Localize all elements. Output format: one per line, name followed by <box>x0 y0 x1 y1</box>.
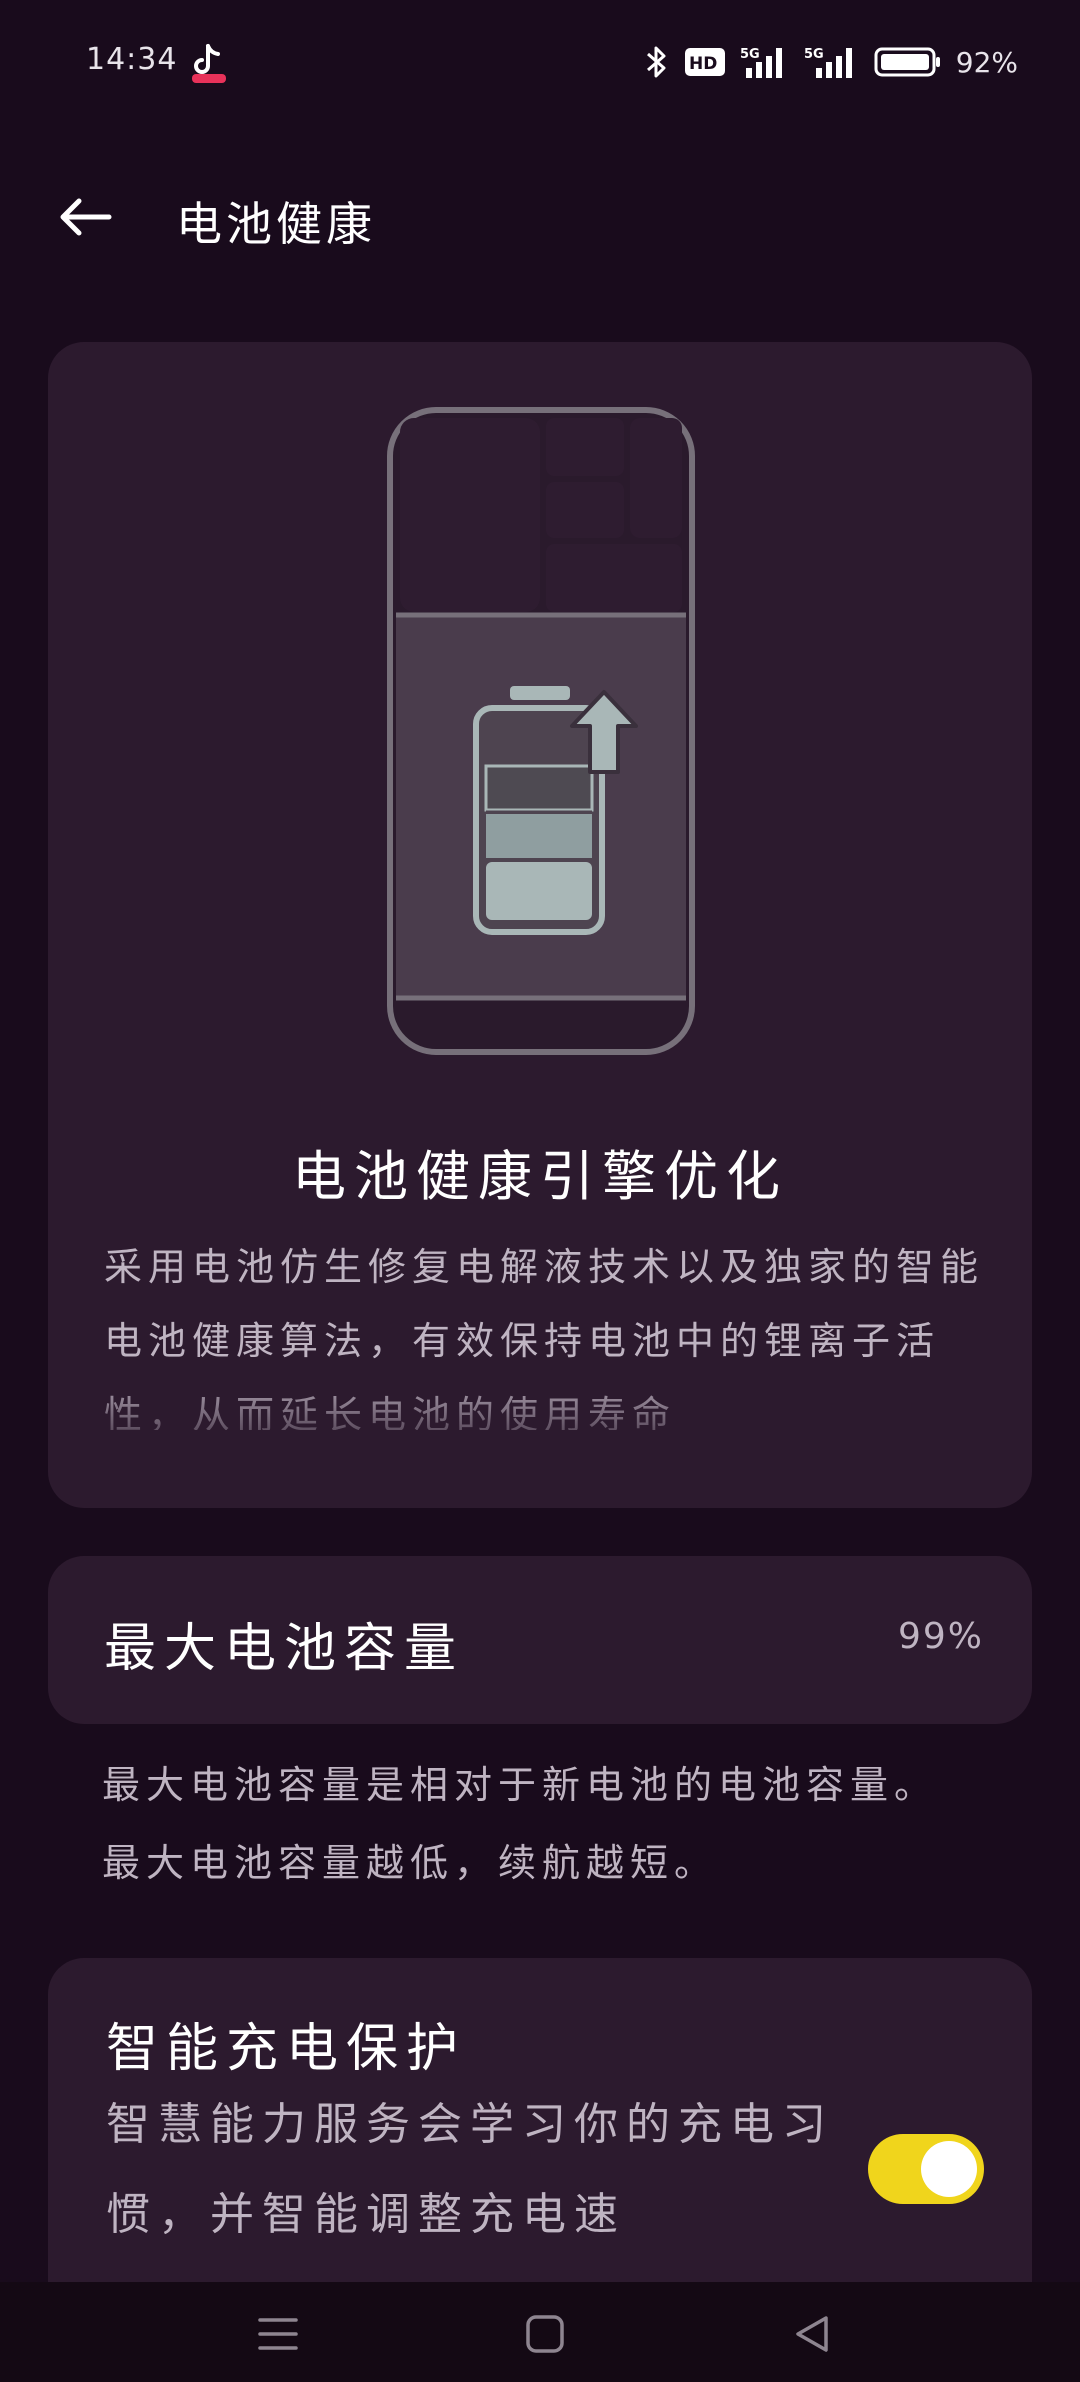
back-triangle-icon <box>796 2316 828 2352</box>
svg-text:HD: HD <box>689 54 717 74</box>
max-capacity-card[interactable]: 最大电池容量 99% <box>48 1556 1032 1724</box>
home-square-icon <box>526 2315 564 2353</box>
smart-charge-toggle[interactable] <box>868 2134 984 2204</box>
tiktok-icon <box>190 42 228 84</box>
status-icons: HD 5G 5G 92% <box>644 40 1018 84</box>
smart-charge-description: 智慧能力服务会学习你的充电习惯，并智能调整充电速 <box>106 2099 834 2240</box>
menu-icon <box>258 2318 298 2350</box>
signal-5g-icon: 5G <box>740 47 782 78</box>
menu-button[interactable] <box>248 2304 308 2364</box>
app-bar: 电池健康 <box>0 170 1080 260</box>
battery-health-engine-card: 电池健康引擎优化 采用电池仿生修复电解液技术以及独家的智能电池健康算法，有效保持… <box>48 342 1032 1508</box>
max-capacity-value: 99% <box>897 1616 984 1657</box>
signal-5g-icon: 5G <box>804 47 852 78</box>
smart-charge-title: 智能充电保护 <box>106 2019 467 2079</box>
home-button[interactable] <box>515 2304 575 2364</box>
phone-battery-illustration <box>386 406 696 1060</box>
status-time: 14:34 <box>86 42 178 77</box>
bluetooth-icon <box>646 46 666 78</box>
status-bar: 14:34 HD 5G 5G 92% <box>0 0 1080 124</box>
navigation-bar <box>0 2282 1080 2382</box>
arrow-left-icon <box>60 198 112 236</box>
page-title: 电池健康 <box>176 197 376 251</box>
hd-icon: HD <box>684 48 725 76</box>
max-capacity-label: 最大电池容量 <box>104 1619 465 1679</box>
back-button[interactable] <box>50 182 120 252</box>
hero-description: 采用电池仿生修复电解液技术以及独家的智能电池健康算法，有效保持电池中的锂离子活性… <box>104 1245 984 1430</box>
nav-back-button[interactable] <box>782 2304 842 2364</box>
svg-text:5G: 5G <box>740 47 760 62</box>
svg-text:5G: 5G <box>804 47 824 62</box>
max-capacity-description: 最大电池容量是相对于新电池的电池容量。最大电池容量越低，续航越短。 <box>102 1763 939 1885</box>
battery-icon <box>874 47 940 77</box>
battery-percent: 92% <box>955 45 1018 79</box>
toggle-knob <box>921 2141 977 2197</box>
hero-title: 电池健康引擎优化 <box>292 1145 788 1208</box>
smart-charge-card: 智能充电保护 智慧能力服务会学习你的充电习惯，并智能调整充电速 <box>48 1958 1032 2282</box>
